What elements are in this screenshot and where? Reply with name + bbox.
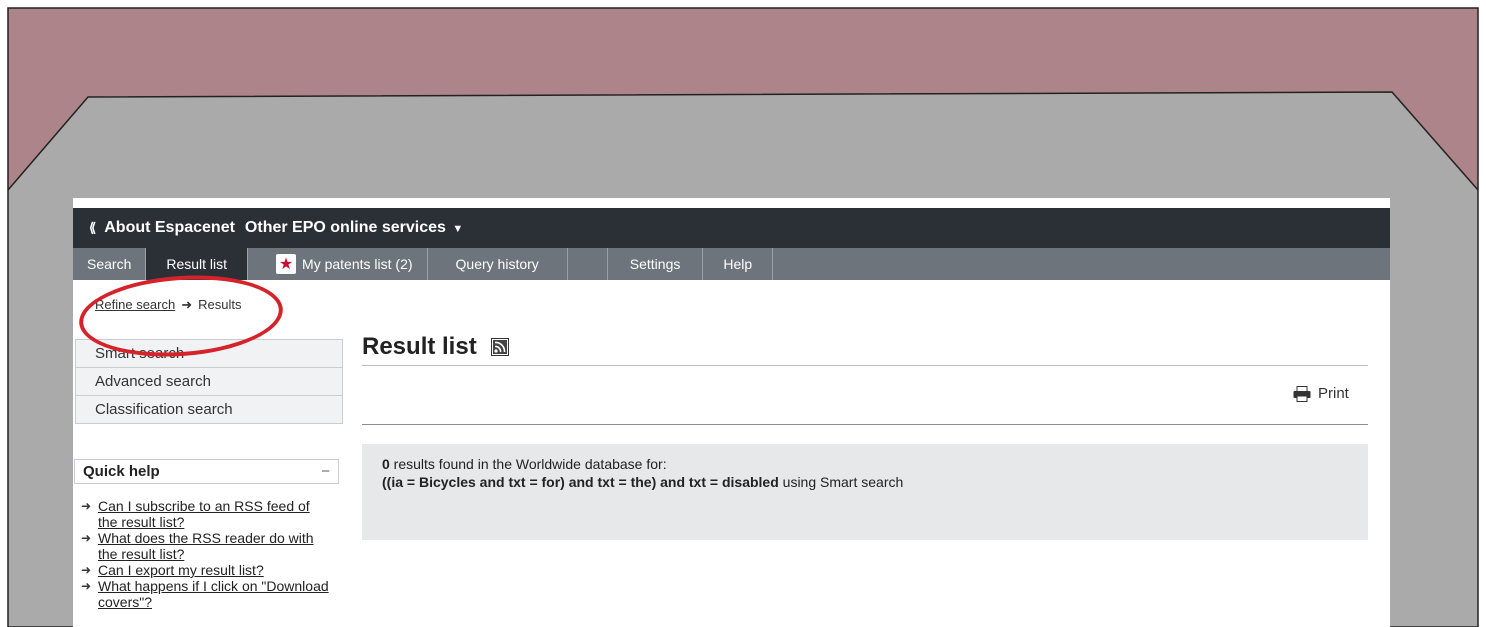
tab-blank[interactable] [568, 248, 608, 280]
list-item: ➜ Can I subscribe to an RSS feed of the r… [81, 498, 331, 530]
list-item: ➜ What happens if I click on "Download co… [81, 578, 331, 610]
espacenet-screen: ⟪ About Espacenet Other EPO online servi… [73, 198, 1390, 627]
print-label: Print [1318, 385, 1349, 402]
advanced-search-link[interactable]: Advanced search [76, 368, 342, 396]
results-using: using Smart search [778, 474, 904, 490]
help-link[interactable]: Can I subscribe to an RSS feed of the re… [98, 498, 331, 530]
arrow-right-icon: ➜ [81, 563, 92, 577]
divider [362, 365, 1368, 366]
results-summary: 0 results found in the Worldwide databas… [362, 444, 1368, 540]
results-query-line: ((ia = Bicycles and txt = for) and txt =… [382, 474, 1368, 490]
tab-label: Query history [455, 256, 539, 272]
arrow-right-icon: ➜ [81, 499, 92, 513]
help-link[interactable]: What does the RSS reader do with the res… [98, 530, 331, 562]
quick-help-list: ➜ Can I subscribe to an RSS feed of the r… [81, 498, 331, 610]
quick-help-title: Quick help [83, 463, 160, 480]
print-button[interactable]: Print [1293, 385, 1349, 402]
results-query: ((ia = Bicycles and txt = for) and txt =… [382, 474, 779, 490]
top-navigation: ⟪ About Espacenet Other EPO online servi… [73, 208, 1390, 248]
quick-help-header: Quick help − [74, 459, 339, 484]
double-chevron-left-icon[interactable]: ⟪ [89, 220, 96, 236]
list-item: ➜ What does the RSS reader do with the re… [81, 530, 331, 562]
rss-icon[interactable] [490, 338, 509, 356]
list-item: ➜ Can I export my result list? [81, 562, 331, 578]
tab-label: Search [87, 256, 132, 272]
tab-my-patents-list[interactable]: ★ My patents list (2) [248, 248, 428, 280]
tab-query-history[interactable]: Query history [428, 248, 568, 280]
caret-down-icon: ▼ [452, 223, 464, 235]
tab-label: Settings [629, 256, 681, 272]
classification-search-link[interactable]: Classification search [76, 396, 342, 423]
other-epo-services-menu[interactable]: Other EPO online services ▼ [245, 219, 463, 237]
page-title-text: Result list [362, 333, 477, 360]
help-link[interactable]: What happens if I click on "Download cov… [98, 578, 331, 610]
tab-label: Result list [166, 256, 228, 272]
tab-search[interactable]: Search [73, 248, 147, 280]
results-count-line: 0 results found in the Worldwide databas… [382, 456, 1368, 472]
printer-icon [1293, 385, 1311, 402]
scene: ⟪ About Espacenet Other EPO online servi… [0, 0, 1486, 627]
page-title: Result list [362, 333, 509, 361]
tab-label: My patents list (2) [302, 256, 413, 272]
arrow-right-icon: ➜ [81, 531, 92, 545]
divider [362, 424, 1368, 425]
star-icon: ★ [276, 254, 297, 274]
collapse-toggle[interactable]: − [321, 463, 330, 480]
tab-bar: Search Result list ★ My patents list (2)… [73, 248, 1390, 280]
other-epo-services-label: Other EPO online services [244, 219, 446, 236]
about-espacenet-link[interactable]: About Espacenet [104, 219, 235, 237]
results-count: 0 [382, 456, 390, 472]
tab-settings[interactable]: Settings [608, 248, 704, 280]
tab-label: Help [723, 256, 753, 272]
help-link[interactable]: Can I export my result list? [98, 562, 264, 578]
results-count-text: results found in the Worldwide database … [389, 456, 667, 472]
tab-help[interactable]: Help [703, 248, 774, 280]
arrow-right-icon: ➜ [81, 579, 92, 593]
